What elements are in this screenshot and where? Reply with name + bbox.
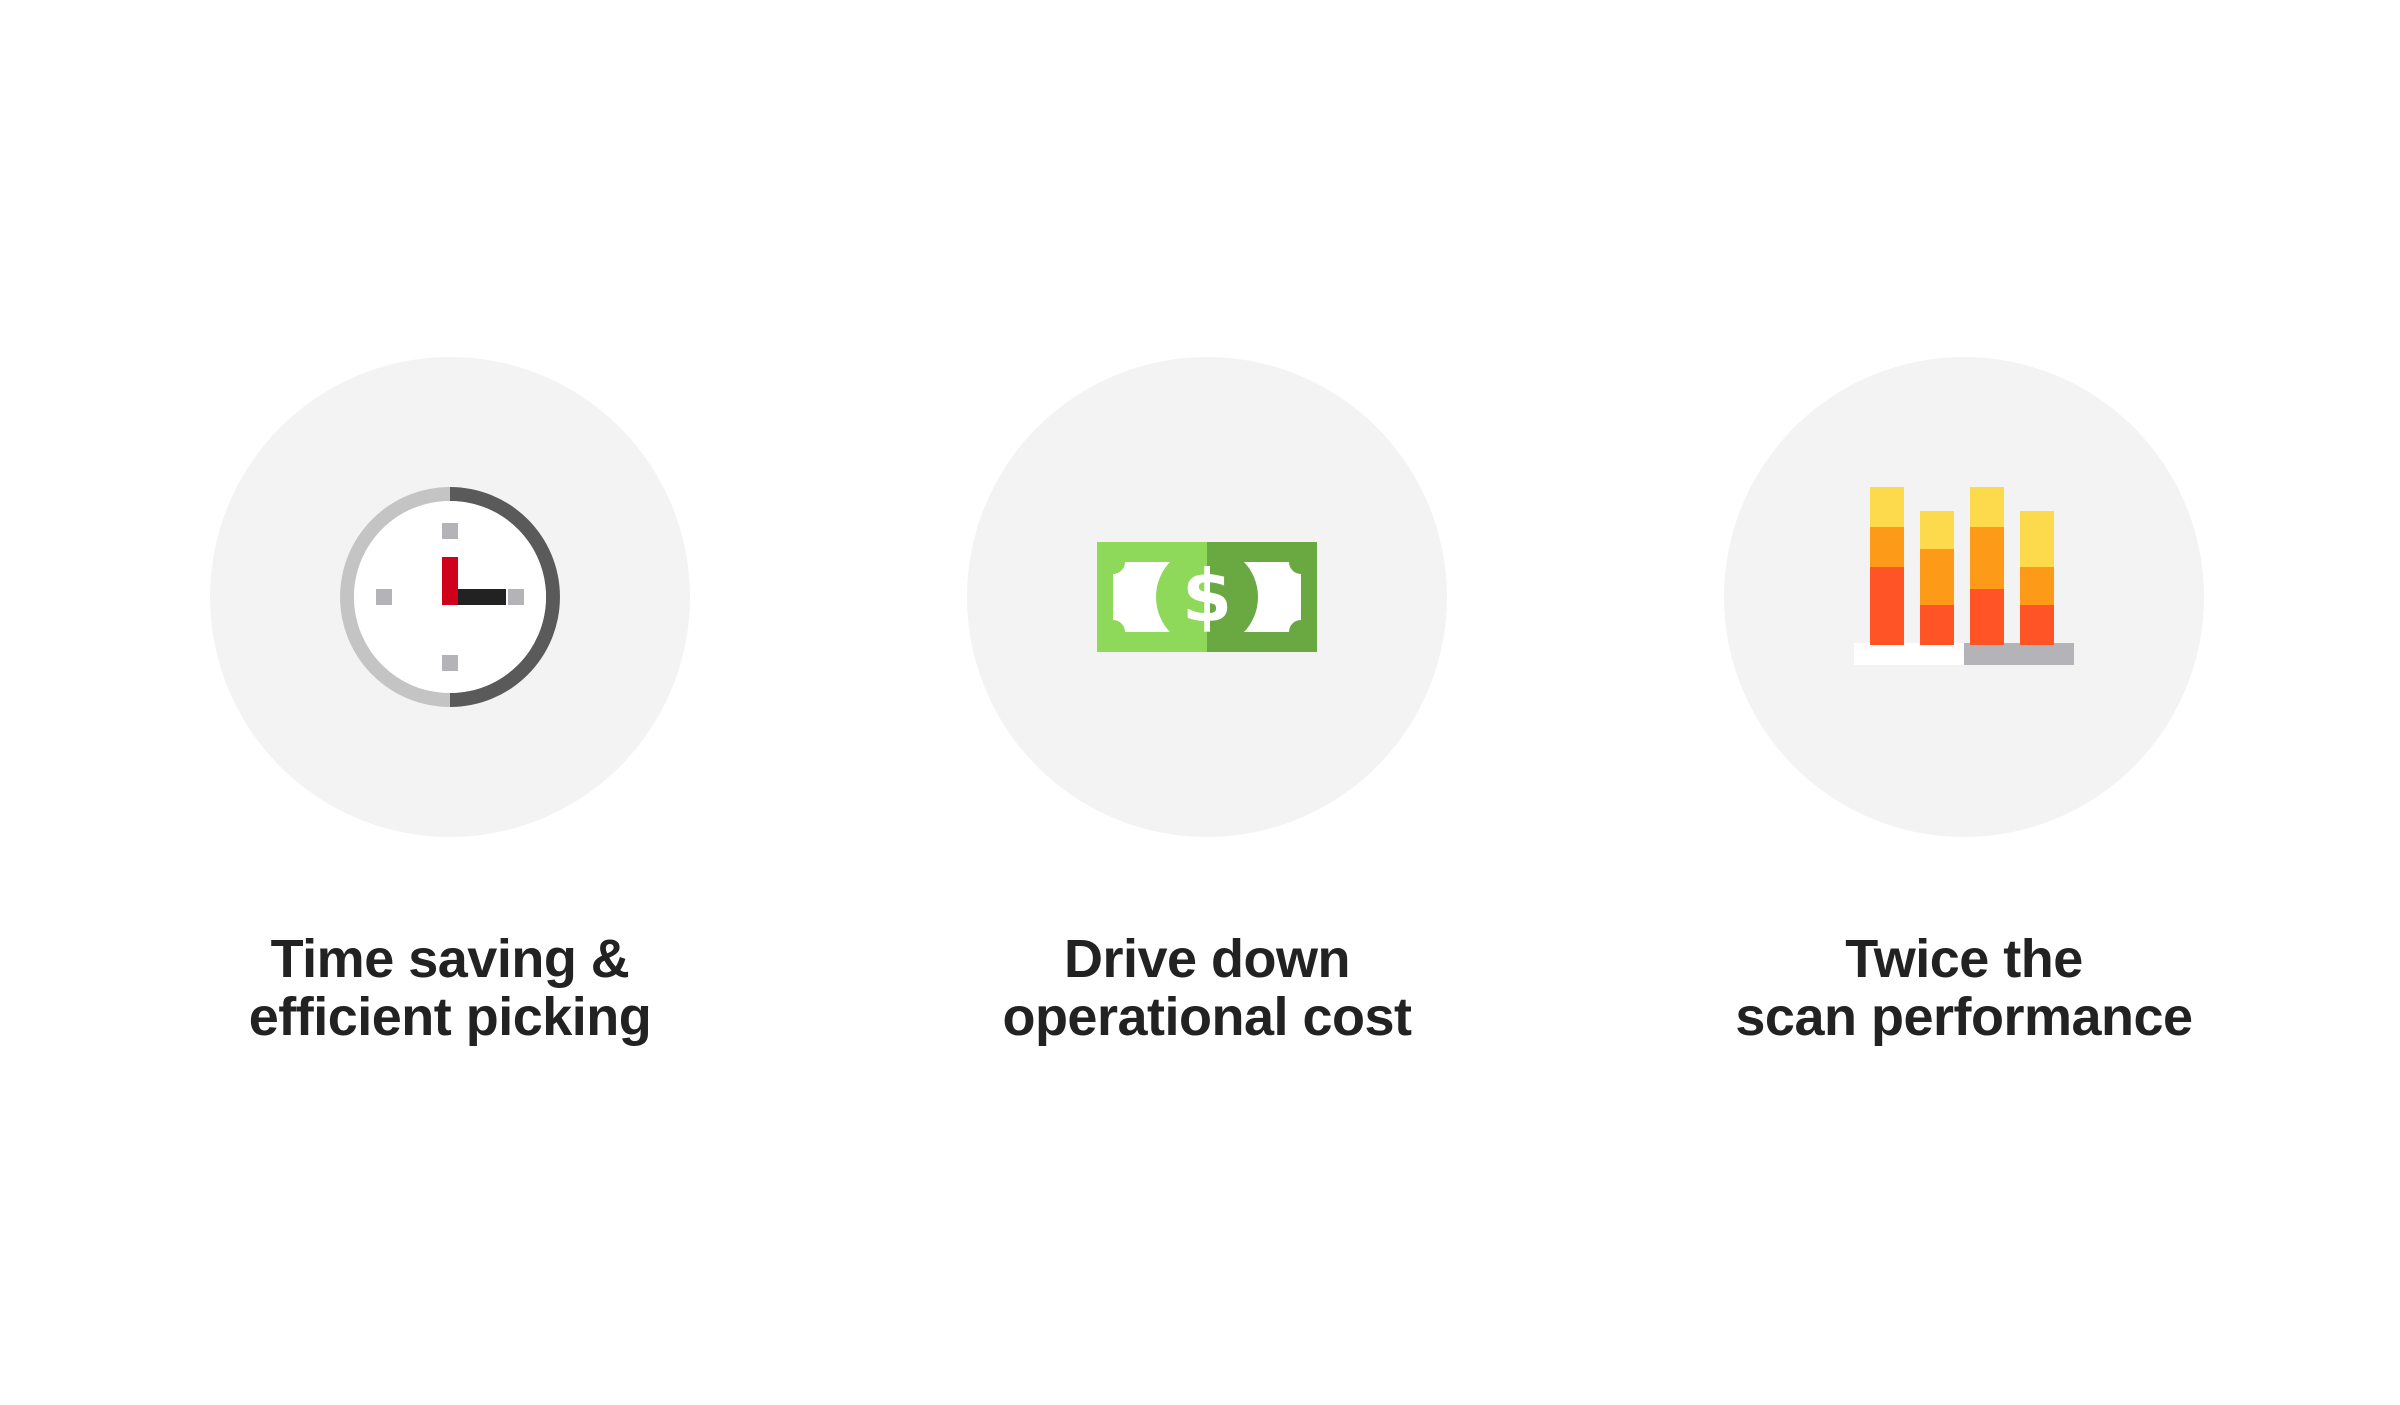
feature-caption: Twice the scan performance — [1584, 930, 2344, 1046]
feature-operational-cost: $ Drive down operational cost — [827, 0, 1587, 1405]
bar-chart-icon — [1854, 487, 2074, 707]
money-bill-icon: $ — [1097, 487, 1317, 707]
icon-circle — [210, 357, 690, 837]
feature-time-saving: Time saving & efficient picking — [70, 0, 830, 1405]
caption-line-1: Time saving & — [270, 929, 630, 989]
feature-scan-performance: Twice the scan performance — [1584, 0, 2344, 1405]
icon-circle: $ — [967, 357, 1447, 837]
caption-line-1: Twice the — [1845, 929, 2083, 989]
caption-line-1: Drive down — [1063, 929, 1351, 989]
feature-caption: Time saving & efficient picking — [70, 930, 830, 1046]
caption-line-2: efficient picking — [248, 987, 652, 1047]
clock-icon — [340, 487, 560, 707]
svg-text:$: $ — [1182, 554, 1232, 638]
caption-line-2: scan performance — [1735, 987, 2193, 1047]
caption-line-2: operational cost — [1002, 987, 1412, 1047]
icon-circle — [1724, 357, 2204, 837]
feature-caption: Drive down operational cost — [827, 930, 1587, 1046]
